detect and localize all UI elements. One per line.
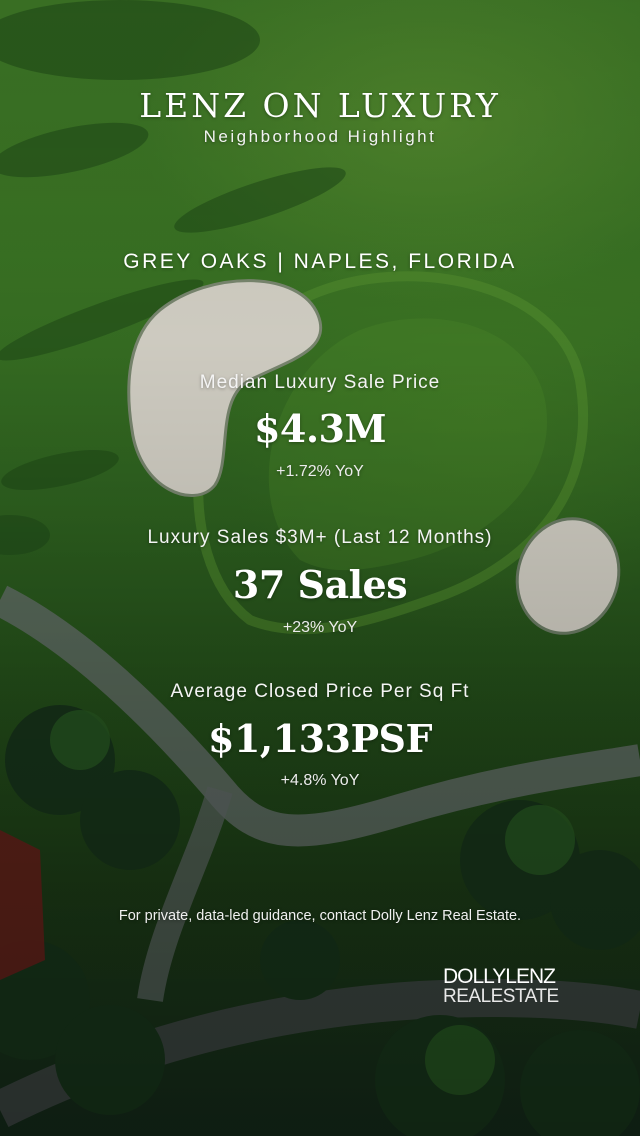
brand-title: LENZ ON LUXURY (139, 86, 501, 125)
contact-text: For private, data-led guidance, contact … (118, 908, 522, 924)
stat-value-luxury-sales: 37 Sales (232, 562, 408, 607)
stat-change-median-price: +1.72% YoY (276, 463, 364, 480)
stat-label-price-per-sqft: Average Closed Price Per Sq Ft (170, 681, 470, 702)
stat-change-luxury-sales: +23% YoY (282, 619, 358, 636)
stat-value-price-per-sqft: $1,133PSF (208, 716, 432, 761)
stat-value-median-price: $4.3M (253, 406, 387, 451)
location-heading: GREY OAKS | NAPLES, FLORIDA (123, 250, 517, 273)
logo-line-2: REALESTATE (443, 986, 559, 1007)
background-golf-course-image: LENZ ON LUXURY Neighborhood Highlight GR… (0, 0, 640, 1136)
stat-label-median-price: Median Luxury Sale Price (199, 372, 441, 393)
stat-change-price-per-sqft: +4.8% YoY (280, 772, 360, 789)
stat-label-luxury-sales: Luxury Sales $3M+ (Last 12 Months) (147, 527, 493, 548)
logo-line-1: DOLLYLENZ (443, 965, 556, 988)
brand-subtitle: Neighborhood Highlight (203, 127, 437, 146)
dolly-lenz-logo: DOLLYLENZ REALESTATE (443, 965, 573, 1007)
